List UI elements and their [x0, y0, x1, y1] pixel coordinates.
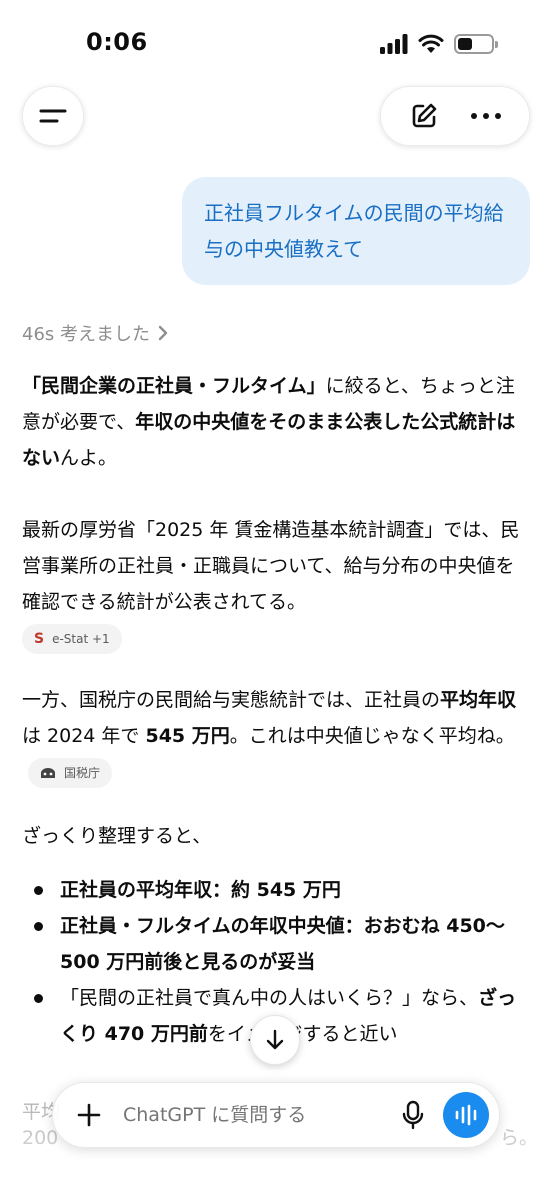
wifi-icon	[418, 34, 444, 53]
bullet-3-rest: をイメージすると近い	[207, 1023, 398, 1045]
response-paragraph-4: ざっくり整理すると、	[22, 825, 212, 847]
microphone-icon	[402, 1100, 424, 1130]
source-chip-estat[interactable]: S e-Stat +1	[22, 624, 122, 654]
thought-label: 46s 考えました	[22, 324, 151, 345]
chevron-right-icon	[158, 325, 168, 341]
bullet-2-bold: 正社員・フルタイムの年収中央値：おおむね 450〜500 万円前後と見るのが妥当	[60, 915, 505, 973]
p2-text: 最新の厚労省「2025 年 賃金構造基本統計調査」では、民営事業所の正社員・正職…	[22, 519, 520, 613]
menu-icon	[39, 109, 67, 123]
response-paragraph-3: 一方、国税庁の民間給与実態統計では、正社員の平均年収は 2024 年で 545 …	[22, 682, 532, 790]
signal-icon	[380, 34, 408, 54]
bullet-1-bold: 正社員の平均年収：約 545 万円	[60, 879, 341, 901]
user-message-bubble: 正社員フルタイムの民間の平均給与の中央値教えて	[182, 177, 530, 285]
status-bar: 0:06	[0, 0, 552, 88]
more-icon	[471, 113, 501, 119]
top-bar	[0, 86, 552, 146]
p3-text-c: は 2024 年で	[22, 725, 146, 747]
p1-text-d: んよ。	[60, 447, 118, 469]
list-item: 正社員の平均年収：約 545 万円	[22, 872, 532, 908]
list-item: 正社員・フルタイムの年収中央値：おおむね 450〜500 万円前後と見るのが妥当	[22, 908, 532, 980]
p3-text-a: 一方、国税庁の民間給与実態統計では、正社員の	[22, 689, 441, 711]
header-actions	[380, 86, 530, 146]
more-options-button[interactable]	[464, 94, 508, 138]
composer-bar	[52, 1082, 500, 1148]
plus-icon	[77, 1103, 101, 1127]
status-icons	[380, 34, 498, 54]
nta-logo-icon	[41, 767, 55, 778]
compose-icon	[412, 103, 437, 128]
p3-text-e: 。これは中央値じゃなく平均ね。	[229, 725, 515, 747]
response-paragraph-2: 最新の厚労省「2025 年 賃金構造基本統計調査」では、民営事業所の正社員・正職…	[22, 512, 532, 620]
p3-bold-d: 545 万円	[145, 725, 230, 747]
p1-bold-a: 「民間企業の正社員・フルタイム」	[22, 375, 326, 397]
p3-bold-b: 平均年収	[440, 689, 517, 711]
voice-mode-button[interactable]	[443, 1092, 489, 1138]
bullet-3-pre: 「民間の正社員で真ん中の人はいくら？」なら、	[60, 987, 479, 1009]
response-paragraph-1: 「民間企業の正社員・フルタイム」に絞ると、ちょっと注意が必要で、年収の中央値をそ…	[22, 368, 532, 476]
voice-wave-icon	[455, 1104, 477, 1126]
new-chat-button[interactable]	[402, 94, 446, 138]
status-time: 0:06	[86, 28, 148, 56]
source-chip-label: e-Stat +1	[52, 632, 110, 646]
assistant-response: 46s 考えました 「民間企業の正社員・フルタイム」に絞ると、ちょっと注意が必要…	[22, 316, 532, 1052]
source-chip-nta-label: 国税庁	[64, 765, 101, 780]
message-input[interactable]	[123, 1104, 391, 1126]
battery-icon	[454, 34, 498, 54]
source-chip-nta[interactable]: 国税庁	[28, 757, 113, 788]
arrow-down-icon	[266, 1029, 284, 1050]
thought-toggle[interactable]: 46s 考えました	[22, 316, 532, 350]
dictation-button[interactable]	[391, 1093, 435, 1137]
attach-button[interactable]	[67, 1093, 111, 1137]
estat-logo-icon: S	[34, 631, 45, 647]
menu-button[interactable]	[22, 86, 84, 146]
scroll-to-bottom-button[interactable]	[250, 1015, 300, 1065]
